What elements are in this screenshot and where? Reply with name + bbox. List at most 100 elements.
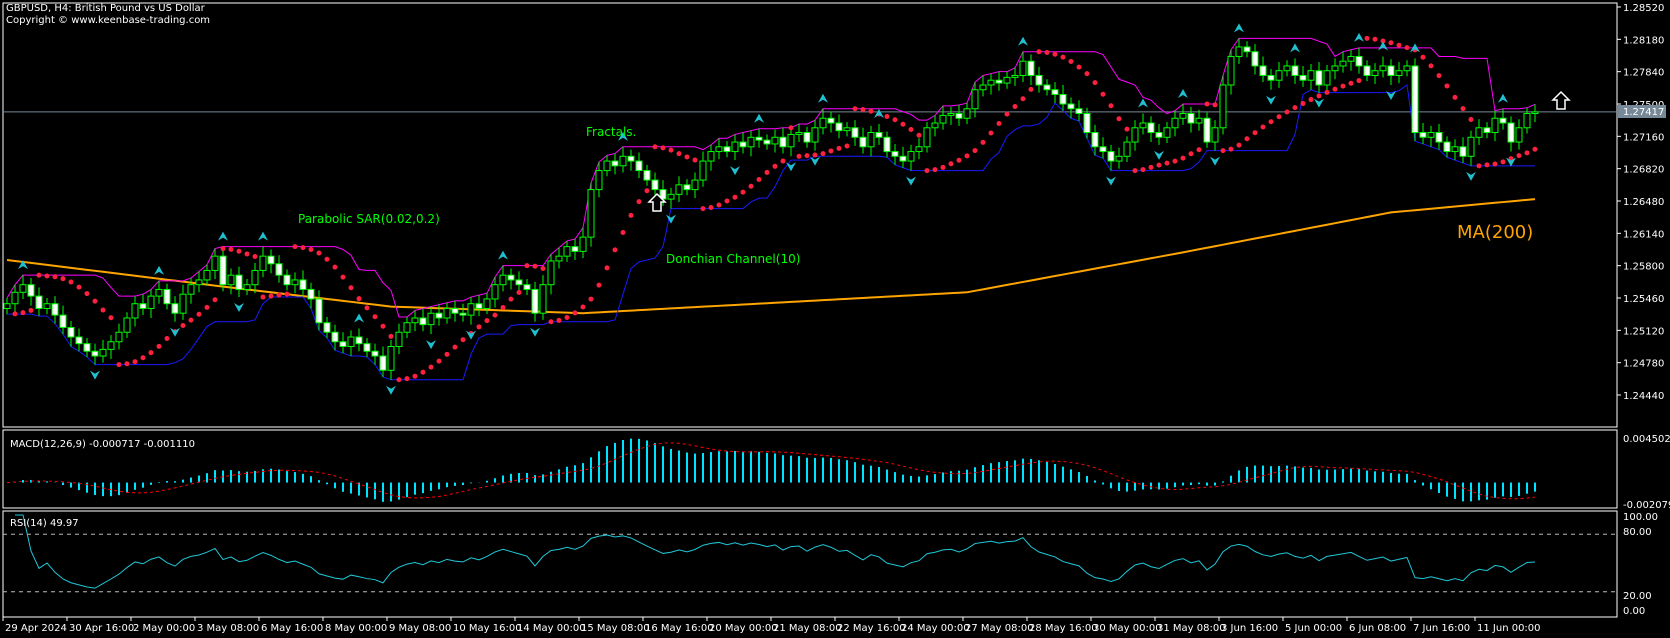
candle-body — [1299, 74, 1307, 81]
candle-body — [1387, 65, 1395, 76]
sar-dot — [1076, 64, 1082, 70]
candle-body — [1075, 108, 1083, 115]
time-tick-label: 30 May 00:00 — [1093, 623, 1162, 634]
sar-dot — [580, 304, 586, 310]
candle-body — [355, 336, 363, 345]
sar-dot — [1236, 142, 1242, 148]
sar-dot — [932, 167, 938, 173]
sar-dot — [636, 199, 642, 205]
candle-body — [1355, 55, 1363, 67]
macd-axis-max: 0.004502 — [1623, 434, 1670, 445]
sar-dot — [436, 358, 442, 364]
candle-body — [539, 284, 547, 314]
sar-dot — [660, 145, 666, 151]
time-tick-label: 31 May 08:00 — [1157, 623, 1226, 634]
sar-dot — [892, 117, 898, 123]
sar-dot — [572, 310, 578, 316]
candle-body — [739, 141, 747, 148]
time-tick-label: 2 May 00:00 — [133, 623, 195, 634]
candle-body — [643, 170, 651, 181]
fractal-up-icon — [1378, 41, 1388, 51]
sar-dot — [908, 126, 914, 132]
candle-body — [899, 155, 907, 162]
candle-body — [371, 350, 379, 357]
candle-body — [211, 255, 219, 271]
candle-body — [243, 284, 251, 290]
sar-dot — [492, 312, 498, 318]
candle-body — [1131, 127, 1139, 143]
time-tick-label: 3 May 08:00 — [197, 623, 259, 634]
candle-body — [1203, 117, 1211, 143]
fractal-down-icon — [666, 214, 676, 224]
candle-body — [651, 179, 659, 191]
sar-dot — [1444, 83, 1450, 89]
sar-dot — [1284, 109, 1290, 115]
sar-dot — [1212, 102, 1218, 108]
sar-dot — [500, 305, 506, 311]
sar-dot — [1180, 155, 1186, 161]
sar-dot — [764, 169, 770, 175]
price-tick-label: 1.25460 — [1623, 294, 1664, 305]
candle-body — [467, 303, 475, 316]
macd-axis-min: -0.002079 — [1623, 500, 1670, 511]
candle-body — [307, 288, 315, 300]
sar-dot — [1172, 158, 1178, 164]
copyright-text: Copyright © www.keenbase-trading.com — [6, 15, 211, 26]
sar-dot — [1132, 168, 1138, 174]
candle-body — [459, 312, 467, 316]
sar-dot — [924, 168, 930, 174]
candle-body — [27, 284, 35, 297]
sar-dot — [276, 292, 282, 298]
sar-dot — [44, 273, 50, 279]
sar-dot — [348, 285, 354, 291]
sar-dot — [516, 289, 522, 295]
price-tick-label: 1.28180 — [1623, 35, 1664, 46]
candle-body — [931, 122, 939, 129]
candle-body — [1267, 74, 1275, 81]
time-tick-label: 6 Jun 08:00 — [1349, 623, 1406, 634]
candle-body — [835, 122, 843, 132]
candle-body — [1315, 70, 1323, 86]
fractal-up-icon — [218, 231, 228, 241]
candle-body — [499, 274, 507, 286]
candle-body — [587, 189, 595, 238]
sar-dot — [1316, 93, 1322, 99]
candle-body — [939, 114, 947, 124]
sar-dot — [132, 359, 138, 365]
sar-dot — [644, 188, 650, 194]
fractal-up-icon — [354, 313, 364, 323]
sar-dot — [412, 373, 418, 379]
candle-body — [1339, 60, 1347, 67]
sar-dot — [404, 376, 410, 382]
candle-body — [515, 279, 523, 286]
candle-body — [1011, 74, 1019, 78]
sar-dot — [1100, 91, 1106, 97]
candle-body — [979, 84, 987, 91]
sar-dot — [820, 151, 826, 157]
ma200-label: MA(200) — [1457, 222, 1533, 243]
sar-dot — [116, 362, 122, 368]
sar-dot — [652, 144, 658, 150]
sar-dot — [708, 204, 714, 210]
candle-body — [1211, 127, 1219, 143]
candle-body — [627, 155, 635, 162]
fractal-up-icon — [1354, 32, 1364, 42]
time-tick-label: 15 May 08:00 — [581, 623, 650, 634]
sar-dot — [156, 343, 162, 349]
sar-dot — [948, 161, 954, 167]
price-tick-label: 1.27160 — [1623, 132, 1664, 143]
candle-body — [723, 146, 731, 153]
sar-dot — [684, 154, 690, 160]
rsi-axis-100: 100.00 — [1623, 512, 1658, 523]
sar-dot — [1476, 163, 1482, 169]
candle-body — [1235, 46, 1243, 57]
candle-body — [699, 160, 707, 181]
candle-body — [1451, 146, 1459, 153]
sar-dot — [356, 296, 362, 302]
rsi-panel-border — [2, 510, 1618, 618]
fractal-down-icon — [1314, 98, 1324, 108]
candle-body — [75, 336, 83, 345]
candle-body — [755, 136, 763, 141]
candle-body — [1515, 127, 1523, 143]
time-tick-label: 3 Jun 16:00 — [1221, 623, 1278, 634]
